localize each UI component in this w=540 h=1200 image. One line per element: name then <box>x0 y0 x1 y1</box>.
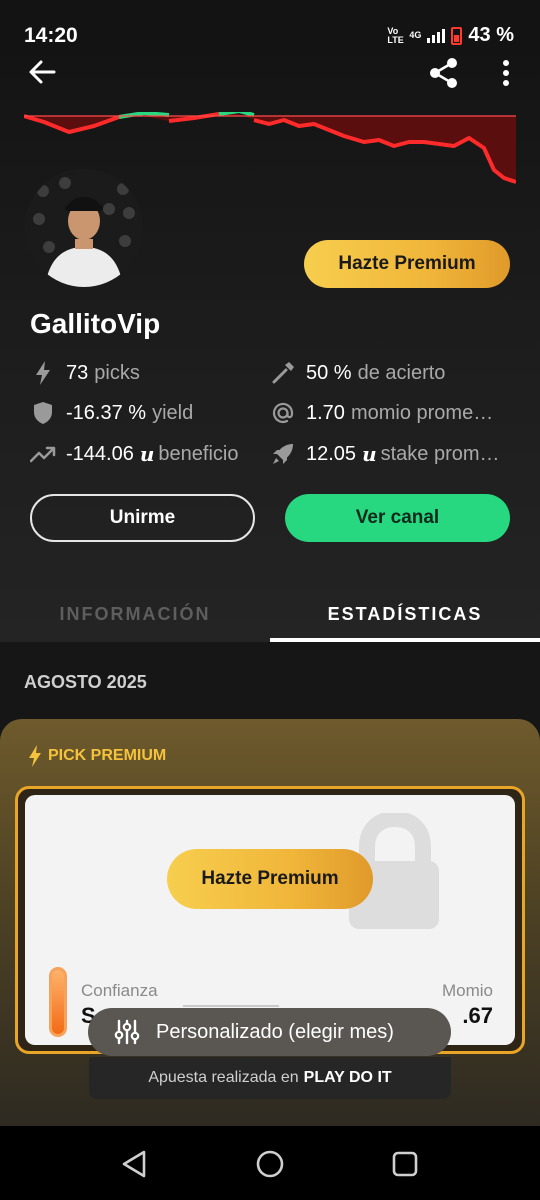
picks-value: 73 <box>66 361 89 384</box>
battery-percent: 43 % <box>468 24 514 46</box>
stake-label: stake prom… <box>380 442 500 465</box>
hazte-premium-card-button[interactable]: Hazte Premium <box>167 849 373 909</box>
share-icon <box>430 58 457 88</box>
arrow-left-icon <box>29 60 56 84</box>
status-time: 14:20 <box>24 24 78 47</box>
system-nav-bar <box>0 1126 540 1200</box>
lightning-icon <box>29 745 41 767</box>
odds-value-card: .67 <box>462 1003 493 1028</box>
channel-name: GallitoVip <box>30 308 161 339</box>
bet-prefix: Apuesta realizada en <box>148 1069 299 1086</box>
stat-picks: 73 picks <box>30 360 140 386</box>
profit-value: -144.06 <box>66 442 134 465</box>
signal-icon <box>427 28 446 43</box>
premium-pick-card: PICK PREMIUM Hazte Premium Confianza S M… <box>0 719 540 1126</box>
view-channel-button[interactable]: Ver canal <box>285 494 510 542</box>
lightning-icon <box>30 360 56 386</box>
stat-yield: -16.37 % yield <box>30 400 193 426</box>
picks-label: picks <box>94 361 140 384</box>
sliders-icon <box>114 1019 140 1045</box>
stake-value: 12.05 <box>306 442 357 465</box>
stat-odds: 1.70 momio prome… <box>270 400 493 426</box>
dart-icon <box>270 360 296 386</box>
tab-informacion[interactable]: INFORMACIÓN <box>0 586 270 642</box>
join-button[interactable]: Unirme <box>30 494 255 542</box>
month-header: AGOSTO 2025 <box>24 672 147 692</box>
accuracy-value: 50 % <box>306 361 352 384</box>
confidence-meter <box>49 967 67 1037</box>
status-bar: 14:20 Vo LTE 4G 43 % <box>0 0 540 56</box>
accuracy-label: de acierto <box>357 361 446 384</box>
back-button[interactable] <box>24 56 60 88</box>
circle-home-icon <box>256 1150 284 1178</box>
hazte-premium-button[interactable]: Hazte Premium <box>304 240 510 288</box>
yield-label: yield <box>152 401 194 424</box>
more-vertical-icon <box>503 60 509 86</box>
yield-value: -16.37 % <box>66 401 147 424</box>
stake-unit: u <box>362 442 377 466</box>
at-sign-icon <box>270 400 296 426</box>
status-indicators: Vo LTE 4G 43 % <box>387 24 514 47</box>
nav-back-button[interactable] <box>116 1146 152 1182</box>
channel-header: Hazte Premium GallitoVip 73 picks -16.37… <box>0 56 540 642</box>
bet-placed-strip: Apuesta realizada en PLAY DO IT <box>89 1057 451 1099</box>
stat-accuracy: 50 % de acierto <box>270 360 445 386</box>
profit-unit: u <box>139 442 155 466</box>
avatar-image <box>25 169 143 287</box>
trending-up-icon <box>30 441 56 467</box>
odds-label-card: Momio <box>441 981 493 1000</box>
month-filter-label: Personalizado (elegir mes) <box>156 1020 394 1043</box>
rocket-icon <box>270 441 296 467</box>
battery-icon <box>451 26 463 45</box>
stat-stake: 12.05 u stake prom… <box>270 441 500 467</box>
network-type-indicator: 4G <box>409 30 422 40</box>
profit-label: beneficio <box>158 442 239 465</box>
tab-estadisticas[interactable]: ESTADÍSTICAS <box>270 586 540 642</box>
odds-label: momio prome… <box>350 401 494 424</box>
month-filter-chip[interactable]: Personalizado (elegir mes) <box>88 1008 451 1056</box>
nav-home-button[interactable] <box>252 1146 288 1182</box>
volte-indicator: Vo LTE <box>387 25 404 45</box>
divider <box>183 1005 279 1007</box>
share-button[interactable] <box>426 56 462 90</box>
square-recents-icon <box>392 1151 418 1177</box>
bet-site: PLAY DO IT <box>303 1069 392 1086</box>
odds-value: 1.70 <box>306 401 345 424</box>
more-options-button[interactable] <box>494 56 518 90</box>
pick-premium-text: PICK PREMIUM <box>48 747 167 764</box>
avatar[interactable] <box>25 169 143 287</box>
nav-recents-button[interactable] <box>387 1146 423 1182</box>
confidence-label: Confianza <box>81 981 158 1000</box>
stat-profit: -144.06 u beneficio <box>30 441 238 467</box>
triangle-back-icon <box>122 1150 146 1178</box>
shield-icon <box>30 400 56 426</box>
pick-premium-label: PICK PREMIUM <box>28 745 166 767</box>
